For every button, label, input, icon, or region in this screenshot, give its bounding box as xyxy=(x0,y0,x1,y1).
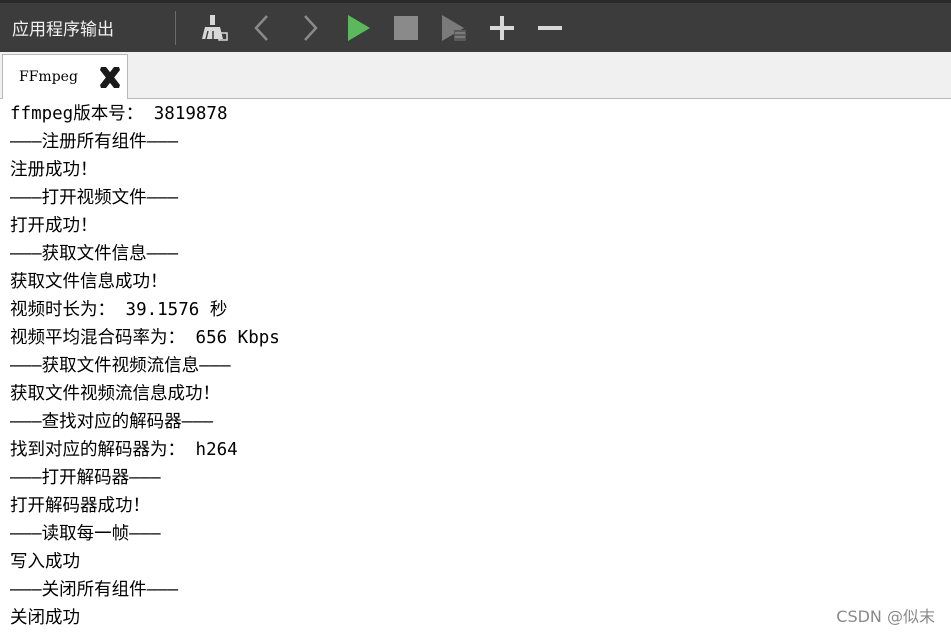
output-line: 找到对应的解码器为： h264 xyxy=(10,440,238,460)
toolbar-separator xyxy=(175,10,176,45)
tab-ffmpeg[interactable]: FFmpeg xyxy=(2,54,128,99)
output-line: ———打开视频文件——— xyxy=(10,188,179,208)
next-button[interactable] xyxy=(286,4,334,52)
output-line: 获取文件视频流信息成功！ xyxy=(10,384,220,404)
chevron-right-icon xyxy=(297,13,323,43)
attach-debugger-button[interactable] xyxy=(430,4,478,52)
play-icon xyxy=(344,13,372,43)
output-toolbar: 应用程序输出 xyxy=(0,0,951,52)
output-line: ———获取文件视频流信息——— xyxy=(10,356,231,376)
output-line: ———注册所有组件——— xyxy=(10,132,179,152)
stop-icon xyxy=(392,14,420,42)
output-line: ———获取文件信息——— xyxy=(10,244,179,264)
output-line: 获取文件信息成功！ xyxy=(10,272,168,292)
stop-button[interactable] xyxy=(382,4,430,52)
tab-label: FFmpeg xyxy=(19,69,78,85)
chevron-left-icon xyxy=(249,13,275,43)
plus-icon xyxy=(488,14,516,42)
previous-button[interactable] xyxy=(238,4,286,52)
output-pane-title: 应用程序输出 xyxy=(12,20,114,40)
minus-icon xyxy=(536,14,564,42)
output-line: 视频时长为： 39.1576 秒 xyxy=(10,300,228,320)
output-line: 注册成功！ xyxy=(10,160,98,180)
output-line: 打开成功！ xyxy=(10,216,98,236)
output-line: ———关闭所有组件——— xyxy=(10,580,179,600)
run-button[interactable] xyxy=(334,4,382,52)
output-line: ———打开解码器——— xyxy=(10,468,161,488)
output-line: ———查找对应的解码器——— xyxy=(10,412,214,432)
output-line: ffmpeg版本号： 3819878 xyxy=(10,104,228,124)
output-line: 打开解码器成功！ xyxy=(10,496,150,516)
application-output-pane[interactable]: ffmpeg版本号： 3819878 ———注册所有组件——— 注册成功！ ———打开… xyxy=(0,99,951,633)
output-line: ———读取每一帧——— xyxy=(10,524,161,544)
debug-play-icon xyxy=(439,13,469,43)
watermark: CSDN @似末 xyxy=(836,607,935,626)
broom-icon xyxy=(199,13,229,43)
output-line: 关闭成功 xyxy=(10,608,80,628)
output-line: 视频平均混合码率为： 656 Kbps xyxy=(10,328,280,348)
tab-bar: FFmpeg xyxy=(0,52,951,99)
clean-button[interactable] xyxy=(190,4,238,52)
close-icon[interactable] xyxy=(95,62,125,92)
output-line: 写入成功 xyxy=(10,552,80,572)
zoom-in-button[interactable] xyxy=(478,4,526,52)
zoom-out-button[interactable] xyxy=(526,4,574,52)
